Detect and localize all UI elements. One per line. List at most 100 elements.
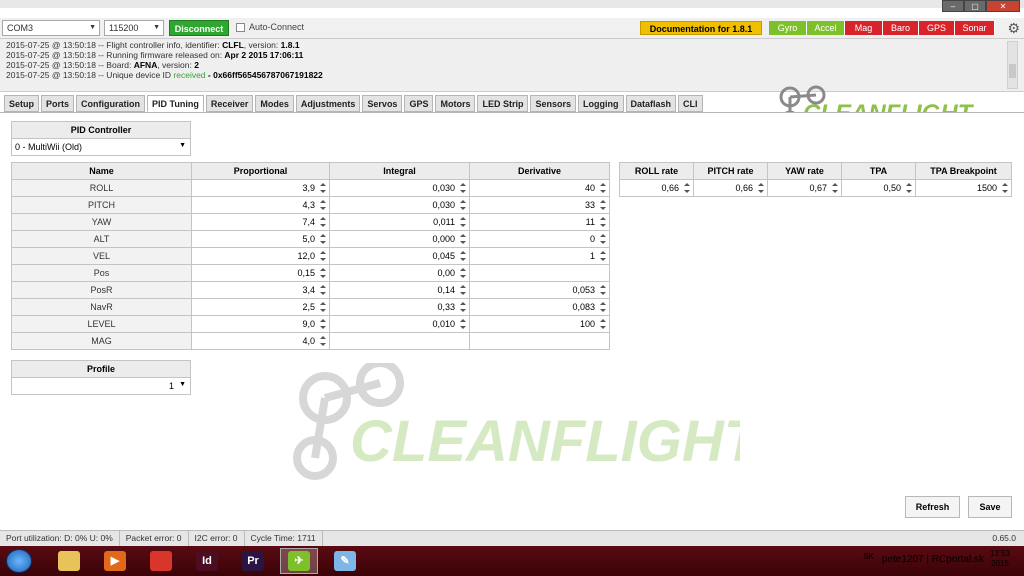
language-indicator[interactable]: SK [863,552,874,561]
spinner-icon[interactable] [600,319,606,329]
pid-d-input[interactable]: 40 [469,179,610,197]
spinner-icon[interactable] [600,285,606,295]
close-button[interactable]: ✕ [986,0,1020,12]
tab-gps[interactable]: GPS [404,95,434,112]
pid-d-input[interactable]: 0,053 [469,281,610,299]
paint-taskbar-button[interactable]: ✎ [326,548,364,574]
pid-d-input[interactable]: 33 [469,196,610,214]
tab-servos[interactable]: Servos [362,95,403,112]
pid-i-input[interactable]: 0,000 [329,230,470,248]
explorer-taskbar-button[interactable] [50,548,88,574]
pid-i-input[interactable]: 0,030 [329,179,470,197]
tab-receiver[interactable]: Receiver [205,95,254,112]
tab-configuration[interactable]: Configuration [76,95,146,112]
spinner-icon[interactable] [600,302,606,312]
maximize-button[interactable]: ▢ [964,0,986,12]
pid-p-input[interactable]: 4,0 [191,332,330,350]
spinner-icon[interactable] [320,183,326,193]
minimize-button[interactable]: – [942,0,964,12]
spinner-icon[interactable] [320,200,326,210]
tab-modes[interactable]: Modes [255,95,294,112]
spinner-icon[interactable] [600,183,606,193]
spinner-icon[interactable] [460,302,466,312]
tab-led-strip[interactable]: LED Strip [477,95,529,112]
documentation-button[interactable]: Documentation for 1.8.1 [640,21,762,35]
gear-icon[interactable]: ⚙ [1007,20,1020,36]
rate-input[interactable]: 0,67 [767,179,842,197]
pid-i-input[interactable]: 0,33 [329,298,470,316]
auto-connect-checkbox[interactable] [236,22,245,32]
save-button[interactable]: Save [968,496,1012,518]
spinner-icon[interactable] [460,234,466,244]
spinner-icon[interactable] [460,183,466,193]
profile-select[interactable]: 1 ▼ [11,377,191,395]
log-scrollbar[interactable] [1007,41,1018,89]
spinner-icon[interactable] [832,183,838,193]
spinner-icon[interactable] [600,251,606,261]
rate-input[interactable]: 1500 [915,179,1012,197]
start-button[interactable] [6,549,32,573]
pid-d-input[interactable]: 100 [469,315,610,333]
clock[interactable]: 13:53 2015 [990,549,1010,569]
spinner-icon[interactable] [684,183,690,193]
pid-p-input[interactable]: 0,15 [191,264,330,282]
pid-p-input[interactable]: 12,0 [191,247,330,265]
pid-d-input[interactable]: 11 [469,213,610,231]
pid-d-input[interactable]: 0 [469,230,610,248]
spinner-icon[interactable] [460,217,466,227]
spinner-icon[interactable] [320,251,326,261]
tab-sensors[interactable]: Sensors [530,95,577,112]
tab-ports[interactable]: Ports [41,95,75,112]
tab-cli[interactable]: CLI [678,95,703,112]
tab-adjustments[interactable]: Adjustments [295,95,361,112]
tab-setup[interactable]: Setup [4,95,40,112]
pid-p-input[interactable]: 9,0 [191,315,330,333]
media-player-taskbar-button[interactable]: ▶ [96,548,134,574]
chrome-taskbar-button[interactable] [142,548,180,574]
pid-d-input[interactable]: 0,083 [469,298,610,316]
spinner-icon[interactable] [906,183,912,193]
tab-motors[interactable]: Motors [435,95,476,112]
auto-connect-toggle[interactable]: Auto-Connect [236,22,304,32]
pid-i-input[interactable]: 0,045 [329,247,470,265]
spinner-icon[interactable] [1002,183,1008,193]
pid-p-input[interactable]: 5,0 [191,230,330,248]
pid-p-input[interactable]: 4,3 [191,196,330,214]
spinner-icon[interactable] [758,183,764,193]
pid-controller-select[interactable]: 0 - MultiWii (Old) ▼ [11,138,191,156]
spinner-icon[interactable] [320,285,326,295]
rate-input[interactable]: 0,50 [841,179,916,197]
pid-i-input[interactable]: 0,14 [329,281,470,299]
spinner-icon[interactable] [320,336,326,346]
pid-i-input[interactable]: 0,010 [329,315,470,333]
tab-dataflash[interactable]: Dataflash [625,95,677,112]
spinner-icon[interactable] [460,251,466,261]
pid-d-input[interactable]: 1 [469,247,610,265]
spinner-icon[interactable] [600,217,606,227]
premiere-taskbar-button[interactable]: Pr [234,548,272,574]
rate-input[interactable]: 0,66 [693,179,768,197]
spinner-icon[interactable] [320,234,326,244]
spinner-icon[interactable] [320,217,326,227]
indesign-taskbar-button[interactable]: Id [188,548,226,574]
pid-p-input[interactable]: 3,4 [191,281,330,299]
spinner-icon[interactable] [320,268,326,278]
tab-pid-tuning[interactable]: PID Tuning [147,95,204,112]
cleanflight-taskbar-button[interactable]: ✈ [280,548,318,574]
pid-i-input[interactable]: 0,011 [329,213,470,231]
spinner-icon[interactable] [600,234,606,244]
pid-p-input[interactable]: 2,5 [191,298,330,316]
pid-p-input[interactable]: 3,9 [191,179,330,197]
spinner-icon[interactable] [460,200,466,210]
spinner-icon[interactable] [320,319,326,329]
refresh-button[interactable]: Refresh [905,496,960,518]
spinner-icon[interactable] [460,319,466,329]
pid-p-input[interactable]: 7,4 [191,213,330,231]
disconnect-button[interactable]: Disconnect [169,20,229,36]
port-select[interactable]: COM3 ▼ [2,20,100,36]
tab-logging[interactable]: Logging [578,95,624,112]
spinner-icon[interactable] [320,302,326,312]
spinner-icon[interactable] [460,285,466,295]
rate-input[interactable]: 0,66 [619,179,694,197]
pid-i-input[interactable]: 0,030 [329,196,470,214]
